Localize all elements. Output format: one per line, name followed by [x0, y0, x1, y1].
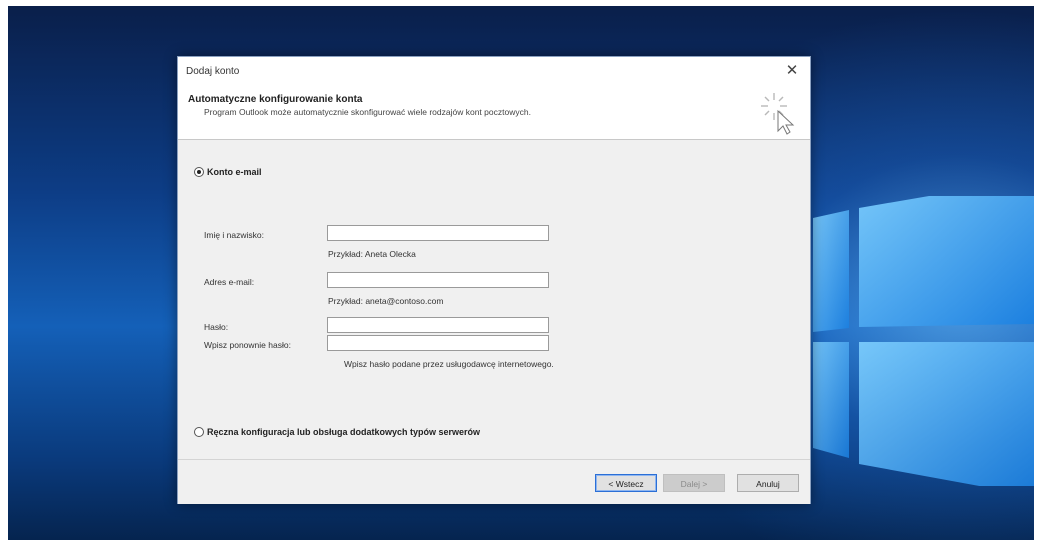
manual-config-option[interactable]: Ręczna konfiguracja lub obsługa dodatkow… [194, 427, 480, 437]
password-repeat-field[interactable] [327, 335, 549, 351]
manual-config-label: Ręczna konfiguracja lub obsługa dodatkow… [207, 427, 481, 437]
next-button[interactable]: Dalej > [663, 474, 725, 492]
dialog-titlebar: Dodaj konto ✕ [178, 57, 810, 87]
name-label: Imię i nazwisko: [204, 230, 264, 240]
name-hint: Przykład: Aneta Olecka [328, 249, 416, 259]
header-subtitle: Program Outlook może automatycznie skonf… [204, 107, 531, 117]
dialog-header: Automatyczne konfigurowanie konta Progra… [178, 87, 810, 140]
name-field[interactable] [327, 225, 549, 241]
email-account-label: Konto e-mail [207, 167, 262, 177]
password-label: Hasło: [204, 322, 229, 332]
header-title: Automatyczne konfigurowanie konta [188, 94, 363, 105]
back-button[interactable]: < Wstecz [595, 474, 657, 492]
dialog-body: Konto e-mail Imię i nazwisko: Przykład: … [178, 140, 810, 459]
cancel-button[interactable]: Anuluj [737, 474, 799, 492]
windows-logo-icon [813, 196, 1034, 486]
dialog-footer: < Wstecz Dalej > Anuluj [178, 459, 810, 504]
password-hint: Wpisz hasło podane przez usługodawcę int… [344, 359, 554, 369]
email-field[interactable] [327, 272, 549, 288]
email-account-radio[interactable] [194, 167, 204, 177]
email-account-option[interactable]: Konto e-mail [194, 167, 262, 177]
dialog-title: Dodaj konto [186, 66, 240, 77]
email-hint: Przykład: aneta@contoso.com [328, 296, 444, 306]
password-repeat-label: Wpisz ponownie hasło: [204, 340, 291, 350]
add-account-dialog: Dodaj konto ✕ Automatyczne konfigurowani… [177, 56, 811, 504]
email-label: Adres e-mail: [204, 277, 255, 287]
close-icon[interactable]: ✕ [780, 60, 804, 82]
wizard-cursor-sparkle-icon [761, 93, 795, 135]
password-field[interactable] [327, 317, 549, 333]
manual-config-radio[interactable] [194, 427, 204, 437]
